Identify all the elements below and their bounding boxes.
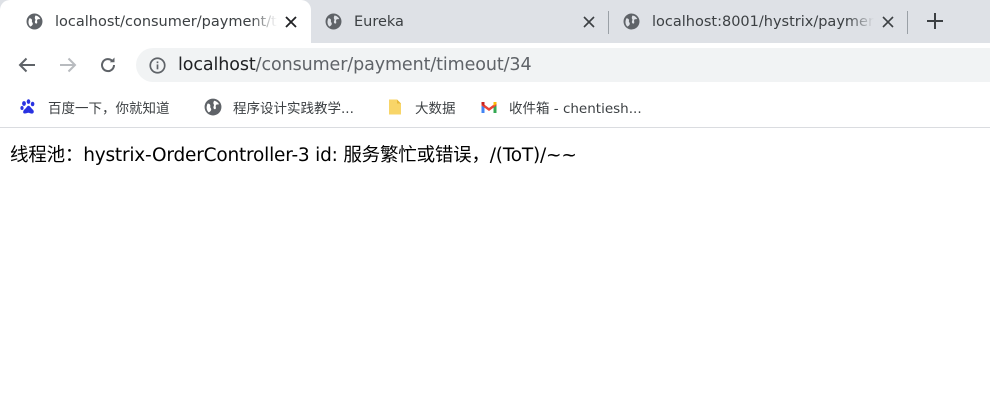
arrow-right-icon xyxy=(60,57,77,73)
tab-close-icon[interactable] xyxy=(283,14,299,30)
arrow-left-icon xyxy=(18,57,35,73)
browser-toolbar: localhost/consumer/payment/timeout/34 xyxy=(0,43,990,88)
back-button[interactable] xyxy=(15,53,39,77)
new-tab-button[interactable] xyxy=(924,10,946,32)
tab-title: localhost:8001/hystrix/payment xyxy=(652,13,874,30)
baidu-paw-icon xyxy=(20,99,35,114)
globe-icon xyxy=(204,98,222,116)
url-host: localhost xyxy=(178,55,256,75)
plus-icon xyxy=(927,13,943,29)
globe-icon xyxy=(623,13,640,30)
tab-eureka[interactable]: Eureka xyxy=(299,0,609,43)
gmail-icon xyxy=(481,102,497,113)
address-url[interactable]: localhost/consumer/payment/timeout/34 xyxy=(178,55,532,75)
reload-button[interactable] xyxy=(96,53,120,77)
tab-close-icon[interactable] xyxy=(581,14,597,30)
bookmark-programming[interactable]: 程序设计实践教学... xyxy=(204,96,354,118)
bookmark-folder-bigdata[interactable]: 大数据 xyxy=(386,96,456,118)
tab-title: localhost/consumer/payment/timeout/34 xyxy=(55,13,277,30)
url-path: /consumer/payment/timeout/34 xyxy=(255,55,532,75)
page-message: 线程池：hystrix-OrderController-3 id: 服务繁忙或错… xyxy=(10,145,577,166)
bookmark-label: 百度一下，你就知道 xyxy=(48,101,170,117)
globe-icon xyxy=(325,13,342,30)
bookmarks-bar: 百度一下，你就知道 程序设计实践教学... 大数据 收件箱 - chenties… xyxy=(0,88,990,128)
bookmark-gmail-inbox[interactable]: 收件箱 - chentiesh... xyxy=(480,96,642,118)
folder-icon xyxy=(389,99,401,115)
tab-strip: localhost/consumer/payment/timeout/34 Eu… xyxy=(0,0,990,43)
reload-icon xyxy=(101,57,116,73)
globe-icon xyxy=(26,13,43,30)
info-icon[interactable] xyxy=(149,56,166,74)
bookmark-label: 大数据 xyxy=(415,101,456,117)
bookmark-label: 收件箱 - chentiesh... xyxy=(509,101,642,117)
address-bar[interactable]: localhost/consumer/payment/timeout/34 xyxy=(136,48,990,82)
bookmark-label: 程序设计实践教学... xyxy=(233,101,354,117)
tab-title: Eureka xyxy=(354,13,404,30)
bookmark-baidu[interactable]: 百度一下，你就知道 xyxy=(19,96,170,118)
forward-button[interactable] xyxy=(56,53,80,77)
tab-separator xyxy=(907,11,908,34)
tab-close-icon[interactable] xyxy=(880,14,896,30)
tab-consumer-payment[interactable]: localhost/consumer/payment/timeout/34 xyxy=(0,0,311,43)
tab-hystrix-payment[interactable]: localhost:8001/hystrix/payment xyxy=(597,0,908,43)
